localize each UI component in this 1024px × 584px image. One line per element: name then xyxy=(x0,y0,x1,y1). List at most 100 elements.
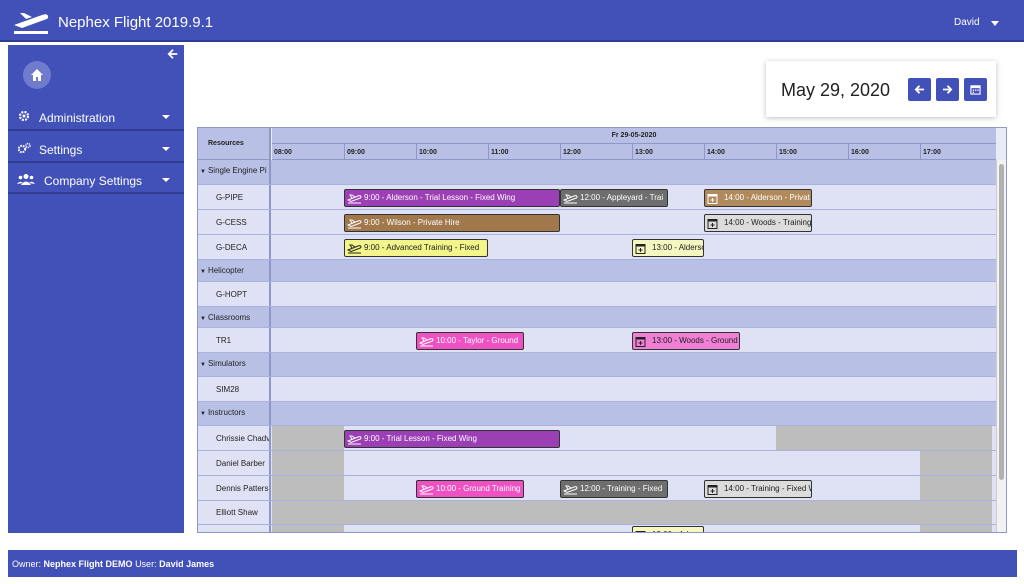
scrollbar-thumb[interactable] xyxy=(999,164,1004,480)
resource-label: G-DECA xyxy=(198,235,271,259)
resource-row[interactable]: Daniel Barber xyxy=(198,451,996,476)
chevron-down-icon xyxy=(162,147,170,151)
resource-row[interactable]: G-HOPT xyxy=(198,282,996,307)
row-label-text: Instructors xyxy=(207,408,246,417)
row-label-text: G-DECA xyxy=(216,242,248,252)
top-bar: Nephex Flight 2019.9.1 David xyxy=(0,0,1024,42)
booking-label: 9:00 - Alderson - Trial Lesson - Fixed W… xyxy=(364,193,516,202)
row-label-text: Single Engine Pi xyxy=(207,166,267,175)
next-day-button[interactable] xyxy=(936,78,959,101)
resource-row[interactable]: TR1 xyxy=(198,328,996,353)
resource-group-row[interactable]: ▼ Helicopter xyxy=(198,260,996,282)
group-label: ▼ Simulators xyxy=(198,353,271,376)
plane-icon xyxy=(346,434,362,445)
row-label-text: TR1 xyxy=(216,335,232,345)
row-label-text: Daniel Barber xyxy=(216,458,265,468)
booking-event[interactable]: 9:00 - Advanced Training - Fixed xyxy=(344,239,488,257)
day-header: Fr 29-05-2020 xyxy=(272,128,996,144)
group-label: ▼ Single Engine Pi xyxy=(198,160,271,184)
collapse-triangle-icon[interactable]: ▼ xyxy=(200,362,206,368)
booking-label: 9:00 - Trial Lesson - Fixed Wing xyxy=(364,434,477,443)
vertical-scrollbar[interactable] xyxy=(996,160,1006,532)
plane-icon xyxy=(346,243,362,254)
hour-label: 13:00 xyxy=(632,144,704,160)
booking-label: 13:00 - Advand xyxy=(652,527,703,532)
resources-header: Resources xyxy=(198,128,271,160)
current-date: May 29, 2020 xyxy=(781,80,891,100)
sidebar-item-label: Administration xyxy=(39,111,116,125)
booking-event[interactable]: 14:00 - Woods - Training xyxy=(704,214,812,232)
booking-event[interactable]: 13:00 - Woods - Ground xyxy=(632,332,740,350)
booking-event[interactable]: 13:00 - Alderso xyxy=(632,239,704,257)
previous-day-button[interactable] xyxy=(908,78,931,101)
sidebar-item-settings[interactable]: Settings xyxy=(8,134,184,163)
calendar-icon xyxy=(635,530,650,532)
resource-label: Elliott Shaw xyxy=(198,501,271,524)
hour-label: 15:00 xyxy=(776,144,848,160)
booking-label: 9:00 - Wilson - Private Hire xyxy=(364,218,460,227)
booking-event[interactable]: 12:00 - Appleyard - Trai xyxy=(560,189,668,207)
row-label-text: G-PIPE xyxy=(216,192,244,202)
gears-icon xyxy=(17,142,31,154)
booking-event[interactable]: 13:00 - Advand xyxy=(632,526,704,532)
resource-row[interactable]: G-DECA xyxy=(198,235,996,260)
user-menu[interactable]: David xyxy=(954,17,980,28)
booking-event[interactable]: 12:00 - Training - Fixed xyxy=(560,480,668,498)
booking-event[interactable]: 9:00 - Wilson - Private Hire xyxy=(344,214,560,232)
booking-event[interactable]: 9:00 - Alderson - Trial Lesson - Fixed W… xyxy=(344,189,560,207)
group-label: ▼ Helicopter xyxy=(198,260,271,281)
home-button[interactable] xyxy=(23,61,51,89)
resource-row[interactable] xyxy=(198,525,996,532)
booking-label: 13:00 - Woods - Ground xyxy=(652,336,738,345)
unavailable-block xyxy=(920,451,992,475)
chevron-down-icon[interactable] xyxy=(991,21,999,26)
resource-row[interactable]: Chrissie Chadv xyxy=(198,426,996,451)
booking-event[interactable]: 14:00 - Alderson - Privat xyxy=(704,189,812,207)
collapse-triangle-icon[interactable]: ▼ xyxy=(200,269,206,275)
collapse-triangle-icon[interactable]: ▼ xyxy=(200,316,206,322)
booking-label: 12:00 - Training - Fixed xyxy=(580,484,663,493)
hour-label: 12:00 xyxy=(560,144,632,160)
unavailable-block xyxy=(272,426,344,450)
plane-icon xyxy=(346,193,362,204)
sidebar-item-label: Settings xyxy=(39,143,83,157)
sidebar-item-label: Company Settings xyxy=(44,174,143,188)
group-label: ▼ Classrooms xyxy=(198,307,271,327)
collapse-triangle-icon[interactable]: ▼ xyxy=(200,169,206,175)
booking-event[interactable]: 10:00 - Taylor - Ground xyxy=(416,332,524,350)
footer: Owner: Nephex Flight DEMO User: David Ja… xyxy=(8,550,1017,577)
row-label-text: Dennis Patters xyxy=(216,483,269,493)
resource-row[interactable]: G-CESS xyxy=(198,210,996,235)
booking-event[interactable]: 9:00 - Trial Lesson - Fixed Wing xyxy=(344,430,560,448)
calendar-button[interactable] xyxy=(964,78,987,101)
hour-label: 10:00 xyxy=(416,144,488,160)
calendar-icon xyxy=(707,218,722,229)
resource-row[interactable]: Elliott Shaw xyxy=(198,501,996,525)
unavailable-block xyxy=(272,476,344,500)
hour-label: 17:00 xyxy=(920,144,992,160)
sidebar-item-company-settings[interactable]: Company Settings xyxy=(8,165,184,194)
arrow-left-icon[interactable] xyxy=(166,48,180,62)
collapse-triangle-icon[interactable]: ▼ xyxy=(200,411,206,417)
resource-row[interactable]: SIM28 xyxy=(198,377,996,402)
row-label-text: Helicopter xyxy=(207,266,244,275)
group-label: ▼ Instructors xyxy=(198,402,271,425)
resource-label: Dennis Patters xyxy=(198,476,271,500)
sidebar-item-administration[interactable]: Administration xyxy=(8,102,184,131)
user-label: User: xyxy=(135,559,157,569)
owner-label: Owner: xyxy=(12,559,42,569)
resource-label xyxy=(198,525,271,532)
resource-group-row[interactable]: ▼ Single Engine Pi xyxy=(198,160,996,185)
booking-event[interactable]: 10:00 - Ground Training xyxy=(416,480,524,498)
unavailable-block xyxy=(272,501,992,524)
hour-label: 16:00 xyxy=(848,144,920,160)
resource-group-row[interactable]: ▼ Instructors xyxy=(198,402,996,426)
resource-group-row[interactable]: ▼ Classrooms xyxy=(198,307,996,328)
chevron-down-icon xyxy=(162,178,170,182)
booking-label: 14:00 - Woods - Training xyxy=(724,218,812,227)
calendar-icon xyxy=(707,484,722,495)
sidebar: Administration Settings Company Settings xyxy=(8,45,184,533)
resource-group-row[interactable]: ▼ Simulators xyxy=(198,353,996,377)
booking-label: 14:00 - Alderson - Privat xyxy=(724,193,810,202)
booking-event[interactable]: 14:00 - Training - Fixed W xyxy=(704,480,812,498)
